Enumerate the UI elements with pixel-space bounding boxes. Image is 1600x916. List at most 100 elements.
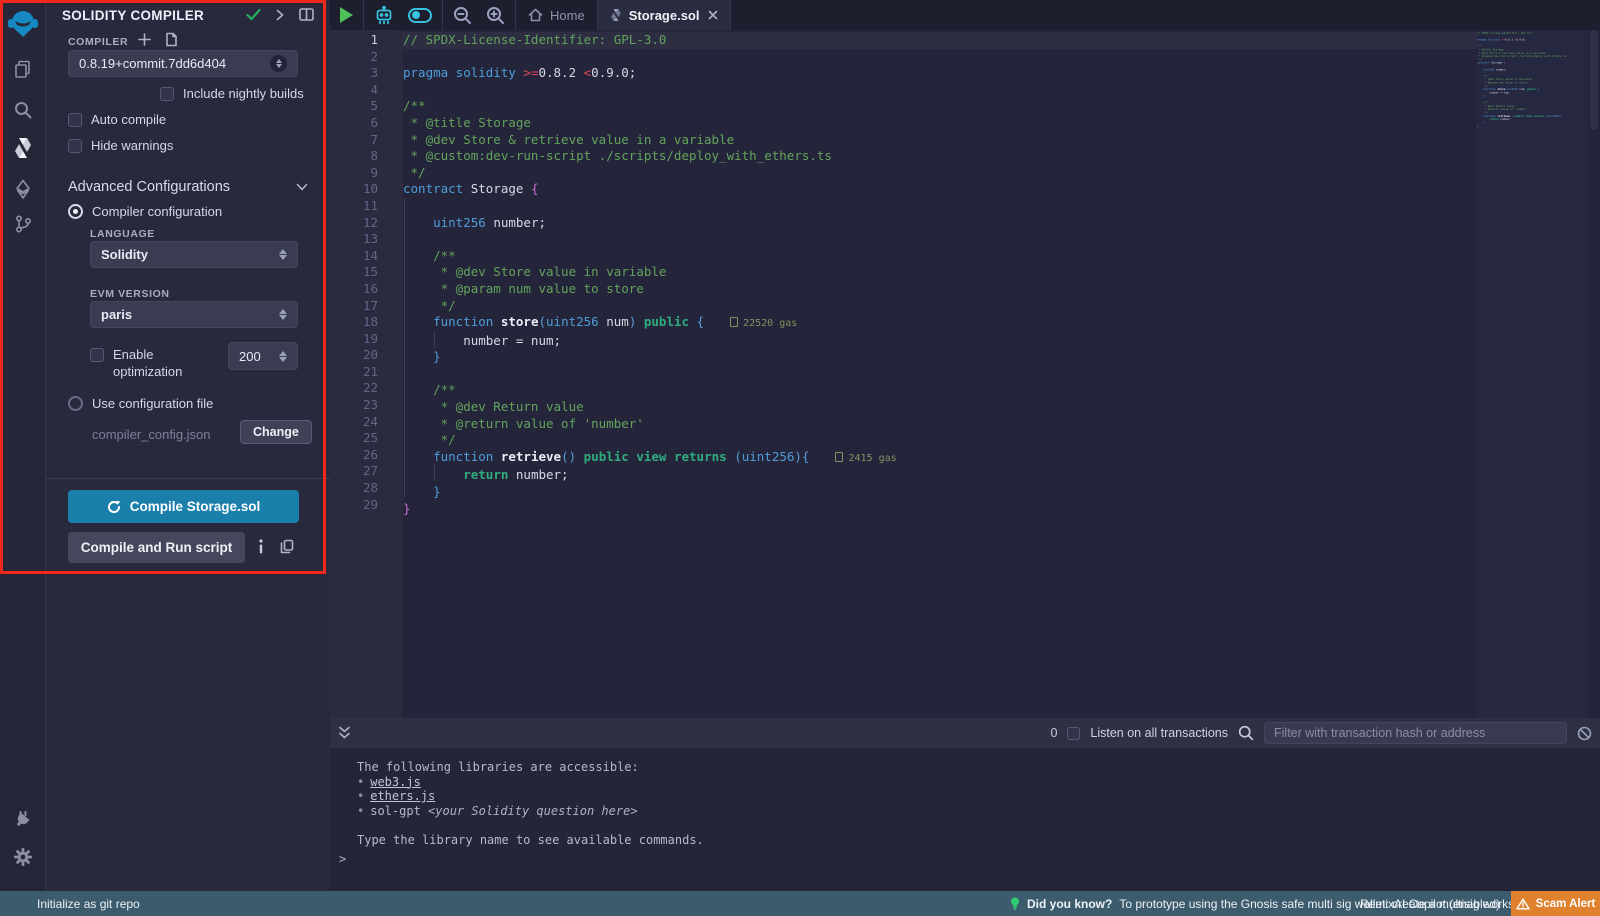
enable-optimization-checkbox[interactable] <box>90 348 104 362</box>
double-chevron-down-icon[interactable] <box>338 726 351 740</box>
advanced-configurations-toggle[interactable]: Advanced Configurations <box>68 179 308 195</box>
code-line: } <box>403 501 897 518</box>
split-view-icon[interactable] <box>299 8 314 21</box>
sidebar-item-solidity-compiler[interactable] <box>0 131 46 165</box>
code-line: * @return value of 'number' <box>403 416 897 433</box>
remix-logo[interactable] <box>0 6 46 42</box>
indent-guide <box>434 331 435 348</box>
code-line: */ <box>403 432 897 449</box>
select-carets-icon <box>279 249 287 260</box>
tip-title: Did you know? <box>1027 897 1112 911</box>
clear-console-icon[interactable] <box>1577 726 1592 741</box>
scam-alert-badge[interactable]: Scam Alert <box>1511 891 1600 916</box>
code-line: * @param num value to store <box>403 281 897 298</box>
hide-warnings-label: Hide warnings <box>91 138 173 153</box>
compiler-version-select[interactable]: 0.8.19+commit.7dd6d404 <box>68 50 298 77</box>
use-config-file-radio[interactable] <box>68 396 83 411</box>
chevron-down-icon <box>296 183 308 191</box>
config-file-name: compiler_config.json <box>92 427 211 442</box>
code-line: // SPDX-License-Identifier: GPL-3.0 <box>403 32 897 49</box>
transaction-filter-input[interactable] <box>1264 722 1567 744</box>
compiler-section-label: COMPILER <box>68 36 128 48</box>
hide-warnings-checkbox[interactable] <box>68 139 82 153</box>
tab-storage-sol[interactable]: Storage.sol <box>598 0 732 30</box>
nightly-builds-checkbox[interactable] <box>160 87 174 101</box>
evm-version-select[interactable]: paris <box>90 301 298 328</box>
info-icon[interactable] <box>258 539 264 554</box>
terminal-search-icon <box>1238 725 1254 741</box>
sidebar-item-deploy-and-run[interactable] <box>0 172 46 206</box>
add-compiler-icon[interactable] <box>138 33 151 46</box>
listen-transactions-label: Listen on all transactions <box>1090 726 1228 740</box>
editor-minimap[interactable]: // SPDX-License-Identifier: GPL-3.0 prag… <box>1477 30 1588 718</box>
editor-scrollbar[interactable] <box>1588 30 1600 718</box>
compiler-configuration-label: Compiler configuration <box>92 204 222 219</box>
solidity-compiler-icon <box>13 137 33 159</box>
gas-estimate[interactable]: 22520 gas <box>730 318 797 329</box>
open-file-icon[interactable] <box>164 32 178 47</box>
file-explorer-icon <box>13 59 33 79</box>
library-link[interactable]: web3.js <box>370 775 421 789</box>
sidebar-item-plugin-manager[interactable] <box>0 802 46 836</box>
terminal-toolbar: 0 Listen on all transactions <box>330 718 1600 748</box>
terminal-line: Type the library name to see available c… <box>357 833 1600 848</box>
tab-storage-label: Storage.sol <box>629 8 700 23</box>
chevron-right-icon[interactable] <box>276 9 284 21</box>
close-tab-icon[interactable] <box>708 10 718 20</box>
panel-divider <box>46 478 330 479</box>
code-line <box>403 198 897 215</box>
play-icon[interactable] <box>340 7 353 23</box>
code-line: */ <box>403 165 897 182</box>
runs-stepper-icon[interactable] <box>279 351 287 362</box>
sidebar-item-file-explorer[interactable] <box>0 52 46 86</box>
sidebar-item-settings[interactable] <box>0 840 46 874</box>
git-init-status[interactable]: Initialize as git repo <box>0 897 140 911</box>
terminal-output[interactable]: The following libraries are accessible:•… <box>330 748 1600 891</box>
use-config-file-label: Use configuration file <box>92 396 213 411</box>
optimization-runs-input[interactable]: 200 <box>228 342 298 370</box>
minimap-code: // SPDX-License-Identifier: GPL-3.0 prag… <box>1477 30 1588 128</box>
tab-home[interactable]: Home <box>516 0 598 30</box>
nightly-builds-option: Include nightly builds <box>160 86 304 101</box>
solidity-compiler-panel: SOLIDITY COMPILER COMPILER 0.8.19+commit… <box>46 0 330 891</box>
change-config-button[interactable]: Change <box>240 420 312 444</box>
code-line: return number; <box>403 467 897 484</box>
gear-icon <box>13 847 33 867</box>
version-stepper-icon[interactable] <box>270 55 287 72</box>
line-numbers: 1234567891011121314151617181920212223242… <box>363 32 378 513</box>
compiler-configuration-radio[interactable] <box>68 204 83 219</box>
git-branch-icon <box>13 214 33 234</box>
compiler-version-value: 0.8.19+commit.7dd6d404 <box>79 56 226 71</box>
listen-transactions-checkbox[interactable] <box>1067 727 1080 740</box>
language-select[interactable]: Solidity <box>90 241 298 268</box>
sidebar-item-search[interactable] <box>0 93 46 127</box>
code-line: * @title Storage <box>403 115 897 132</box>
sidebar-item-git[interactable] <box>0 207 46 241</box>
zoom-out-icon[interactable] <box>453 6 472 25</box>
code-line: pragma solidity >=0.8.2 <0.9.0; <box>403 65 897 82</box>
auto-compile-checkbox[interactable] <box>68 113 82 127</box>
code-editor[interactable]: 1234567891011121314151617181920212223242… <box>330 30 1600 718</box>
auto-compile-option: Auto compile <box>68 112 166 127</box>
transaction-count-badge: 0 <box>1050 726 1057 740</box>
ai-copilot-toggle[interactable] <box>408 8 432 23</box>
gas-estimate[interactable]: 2415 gas <box>835 453 896 464</box>
code-line: function store(uint256 num) public {2252… <box>403 314 897 333</box>
compile-and-run-button[interactable]: Compile and Run script <box>68 532 245 563</box>
code-line: * @dev Return value <box>403 399 897 416</box>
code-line <box>403 49 897 66</box>
tab-bar: Home Storage.sol <box>330 0 1600 30</box>
evm-version-value: paris <box>101 307 132 322</box>
terminal-prompt[interactable]: > <box>339 852 346 867</box>
copy-icon[interactable] <box>280 539 294 554</box>
zoom-in-icon[interactable] <box>486 6 505 25</box>
ai-segment <box>364 0 443 30</box>
copilot-status[interactable]: RemixAI Copilot (enabled) <box>1360 897 1500 911</box>
ai-robot-icon[interactable] <box>374 6 394 25</box>
compile-button-label: Compile Storage.sol <box>130 499 261 514</box>
scrollbar-thumb[interactable] <box>1590 30 1598 130</box>
compile-button[interactable]: Compile Storage.sol <box>68 490 299 523</box>
code-line: * @dev Store & retrieve value in a varia… <box>403 132 897 149</box>
code-line: * @custom:dev-run-script ./scripts/deplo… <box>403 148 897 165</box>
library-link[interactable]: ethers.js <box>370 789 435 803</box>
